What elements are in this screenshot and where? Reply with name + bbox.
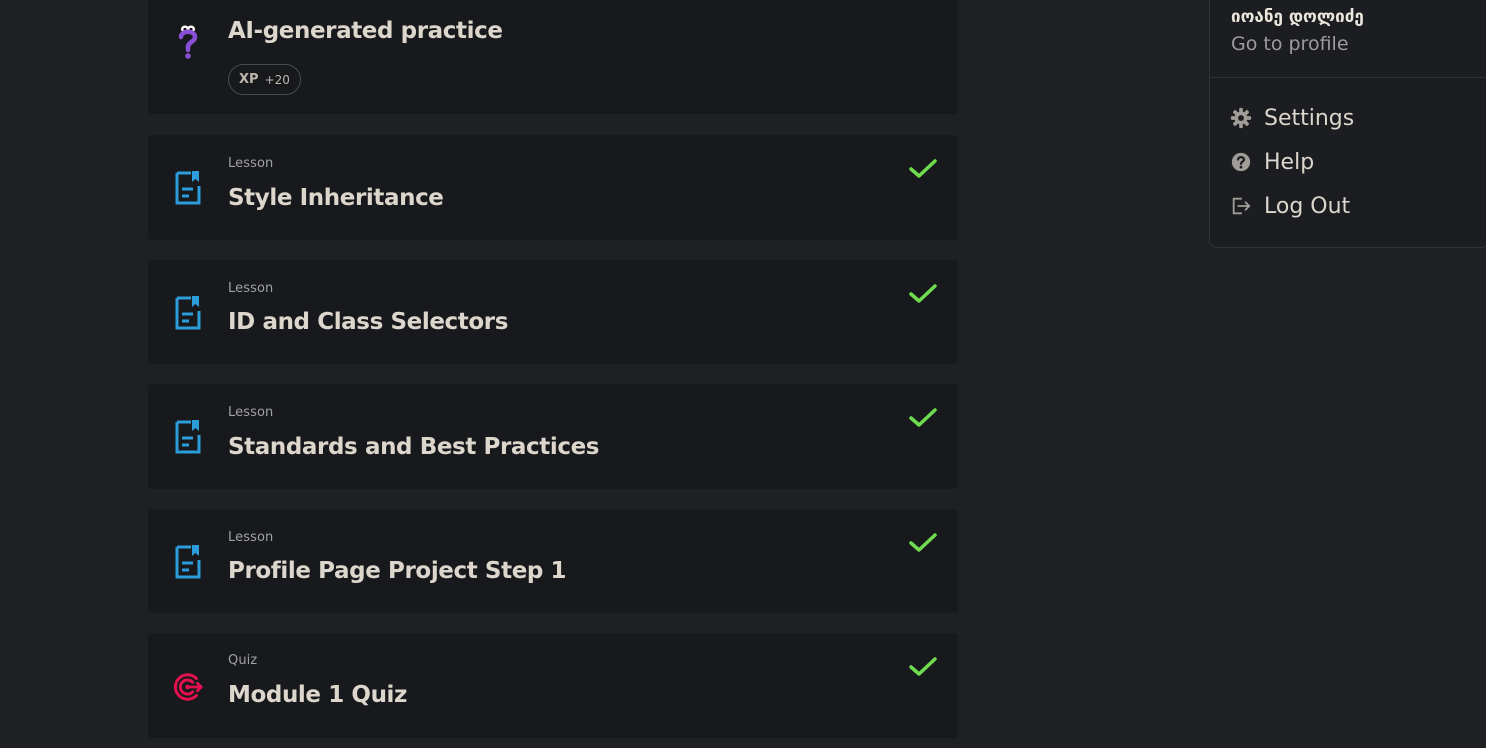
card-title: ID and Class Selectors — [228, 309, 509, 335]
logout-icon — [1232, 197, 1251, 215]
card-title: AI-generated practice — [228, 18, 503, 44]
user-name: იოანე დოლიძე — [1231, 7, 1364, 27]
lesson-card-style-inheritance[interactable]: Lesson Style Inheritance — [148, 135, 958, 240]
completed-check-icon — [909, 657, 937, 676]
menu-item-help[interactable]: Help — [1230, 145, 1314, 179]
card-title: Profile Page Project Step 1 — [228, 558, 567, 584]
question-mascot-icon — [178, 25, 198, 59]
menu-item-label: Log Out — [1264, 193, 1351, 219]
quiz-card-module-1[interactable]: Quiz Module 1 Quiz — [148, 633, 958, 738]
lesson-card-profile-page-project[interactable]: Lesson Profile Page Project Step 1 — [148, 509, 958, 613]
xp-label: XP — [239, 72, 259, 87]
card-title: Module 1 Quiz — [228, 682, 408, 708]
menu-item-settings[interactable]: Settings — [1230, 101, 1354, 135]
menu-item-log-out[interactable]: Log Out — [1230, 189, 1350, 223]
card-kind-label: Lesson — [228, 156, 274, 171]
menu-item-label: Settings — [1264, 105, 1355, 131]
booster-card-ai-practice[interactable]: Booster AI-generated practice XP +20 — [148, 0, 958, 114]
card-kind-label: Booster — [228, 0, 279, 1]
menu-divider — [1210, 77, 1486, 78]
card-kind-label: Lesson — [228, 530, 274, 545]
lesson-document-icon — [175, 420, 201, 454]
xp-reward-badge: XP +20 — [228, 64, 301, 95]
card-kind-label: Lesson — [228, 405, 274, 420]
quiz-target-icon — [173, 673, 203, 701]
lesson-document-icon — [175, 296, 201, 330]
gear-icon — [1230, 107, 1252, 129]
menu-item-label: Help — [1264, 149, 1315, 175]
completed-check-icon — [909, 408, 937, 427]
completed-check-icon — [909, 533, 937, 552]
card-title: Style Inheritance — [228, 185, 444, 211]
xp-value: +20 — [264, 72, 290, 87]
help-circle-icon — [1231, 152, 1251, 172]
card-kind-label: Quiz — [228, 653, 258, 668]
lesson-document-icon — [175, 171, 201, 205]
user-menu-dropdown: იოანე დოლიძე Go to profile Settings Help — [1209, 0, 1486, 248]
go-to-profile-link[interactable]: Go to profile — [1231, 33, 1349, 55]
lesson-document-icon — [175, 545, 201, 579]
completed-check-icon — [909, 159, 937, 178]
completed-check-icon — [909, 284, 937, 303]
lesson-card-id-class-selectors[interactable]: Lesson ID and Class Selectors — [148, 260, 958, 364]
card-title: Standards and Best Practices — [228, 434, 600, 460]
lesson-card-standards-best-practices[interactable]: Lesson Standards and Best Practices — [148, 384, 958, 489]
card-kind-label: Lesson — [228, 281, 274, 296]
